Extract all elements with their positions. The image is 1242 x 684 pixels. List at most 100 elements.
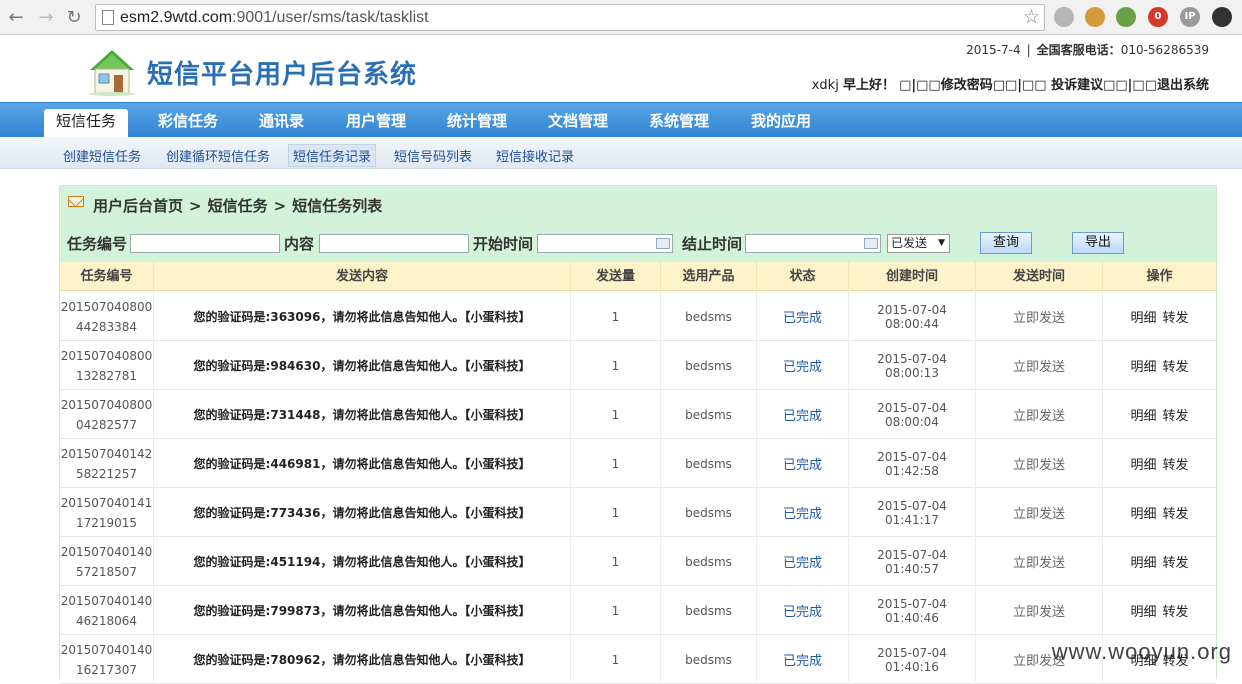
forward-arrow-icon[interactable]: →	[35, 7, 57, 29]
mainnav-item-2[interactable]: 通讯录	[247, 109, 316, 138]
detail-link[interactable]: 明细	[1130, 601, 1156, 620]
column-header-6: 发送时间	[975, 262, 1102, 291]
task-id-part2: 44283384	[76, 317, 137, 337]
ops-cell: 明细转发	[1102, 537, 1216, 586]
bookmark-star-icon[interactable]: ☆	[1023, 6, 1040, 28]
count-cell: 1	[570, 390, 660, 439]
forward-link[interactable]: 转发	[1163, 454, 1189, 473]
send-time-cell: 立即发送	[975, 292, 1102, 341]
detail-link[interactable]: 明细	[1130, 454, 1156, 473]
mainnav-item-6[interactable]: 系统管理	[637, 109, 721, 138]
user-links[interactable]: □|□□修改密码□□|□□ 投诉建议□□|□□退出系统	[899, 78, 1209, 93]
subnav-item-2[interactable]: 短信任务记录	[288, 144, 376, 167]
product-cell: bedsms	[660, 488, 756, 537]
ext3-icon[interactable]	[1116, 7, 1136, 27]
mainnav-item-7[interactable]: 我的应用	[739, 109, 823, 138]
subnav-item-3[interactable]: 短信号码列表	[390, 145, 476, 166]
task-id-part1: 201507040140	[61, 591, 153, 611]
content-panel: 用户后台首页>短信任务>短信任务列表 任务编号 内容 开始时间 结止时间 已发送…	[59, 185, 1217, 679]
hotline-number: 010-56286539	[1121, 43, 1209, 57]
page-icon	[102, 10, 114, 25]
house-logo-icon	[86, 46, 138, 96]
task-id-part1: 201507040141	[61, 493, 153, 513]
url-text[interactable]: esm2.9wtd.com:9001/user/sms/task/tasklis…	[120, 9, 429, 27]
start-time-label: 开始时间	[473, 233, 533, 254]
created-time-cell: 2015-07-04 01:41:17	[848, 488, 975, 537]
detail-link[interactable]: 明细	[1130, 552, 1156, 571]
cookie-ext-icon[interactable]	[1085, 7, 1105, 27]
task-id-cell: 20150704014016217307	[60, 635, 153, 684]
sub-nav: 创建短信任务创建循环短信任务短信任务记录短信号码列表短信接收记录	[0, 137, 1242, 169]
mainnav-item-3[interactable]: 用户管理	[334, 109, 418, 138]
export-button[interactable]: 导出	[1072, 232, 1124, 254]
mainnav-item-5[interactable]: 文档管理	[536, 109, 620, 138]
status-cell: 已完成	[756, 635, 848, 684]
product-cell: bedsms	[660, 635, 756, 684]
forward-link[interactable]: 转发	[1163, 503, 1189, 522]
url-path: :9001/user/sms/task/tasklist	[232, 9, 429, 26]
count-cell: 1	[570, 635, 660, 684]
calendar-icon[interactable]	[864, 238, 878, 249]
user-bar: xdkj 早上好！ □|□□修改密码□□|□□ 投诉建议□□|□□退出系统	[808, 74, 1209, 93]
detail-link[interactable]: 明细	[1130, 356, 1156, 375]
forward-link[interactable]: 转发	[1163, 307, 1189, 326]
forward-link[interactable]: 转发	[1163, 601, 1189, 620]
breadcrumb-home[interactable]: 用户后台首页	[93, 197, 183, 215]
breadcrumb-section[interactable]: 短信任务	[208, 197, 268, 215]
ext4-icon[interactable]: 0	[1148, 7, 1168, 27]
status-select[interactable]: 已发送▼	[887, 234, 950, 253]
task-id-part1: 201507040800	[61, 395, 153, 415]
mainnav-item-4[interactable]: 统计管理	[435, 109, 519, 138]
task-id-cell: 20150704014057218507	[60, 537, 153, 586]
status-cell: 已完成	[756, 488, 848, 537]
send-time-cell: 立即发送	[975, 537, 1102, 586]
ip-ext-icon[interactable]: IP	[1180, 7, 1200, 27]
created-time-cell: 2015-07-04 01:40:46	[848, 586, 975, 635]
content-input[interactable]	[319, 234, 469, 253]
forward-link[interactable]: 转发	[1163, 405, 1189, 424]
task-id-part2: 58221257	[76, 464, 137, 484]
detail-link[interactable]: 明细	[1130, 405, 1156, 424]
created-time-cell: 2015-07-04 01:42:58	[848, 439, 975, 488]
filter-area: 用户后台首页>短信任务>短信任务列表 任务编号 内容 开始时间 结止时间 已发送…	[60, 186, 1216, 262]
url-host: esm2.9wtd.com	[120, 9, 232, 26]
forward-link[interactable]: 转发	[1163, 356, 1189, 375]
task-id-part2: 13282781	[76, 366, 137, 386]
table-row: 20150704014117219015您的验证码是:773436，请勿将此信息…	[60, 488, 1216, 537]
mainnav-item-0[interactable]: 短信任务	[44, 109, 128, 138]
address-bar[interactable]: esm2.9wtd.com:9001/user/sms/task/tasklis…	[95, 4, 1045, 31]
column-header-2: 发送量	[570, 262, 660, 291]
query-button[interactable]: 查询	[980, 232, 1032, 254]
ops-cell: 明细转发	[1102, 292, 1216, 341]
table-row: 20150704080013282781您的验证码是:984630，请勿将此信息…	[60, 341, 1216, 390]
subnav-item-0[interactable]: 创建短信任务	[59, 145, 145, 166]
task-id-cell: 20150704014117219015	[60, 488, 153, 537]
reload-icon[interactable]: ↻	[63, 7, 85, 29]
forward-link[interactable]: 转发	[1163, 552, 1189, 571]
end-time-input[interactable]	[745, 234, 881, 253]
task-id-input[interactable]	[130, 234, 280, 253]
end-time-label: 结止时间	[682, 233, 742, 254]
detail-link[interactable]: 明细	[1130, 503, 1156, 522]
spider-ext-icon[interactable]	[1212, 7, 1232, 27]
browser-toolbar: ← → ↻ esm2.9wtd.com:9001/user/sms/task/t…	[0, 0, 1242, 35]
calendar-icon[interactable]	[656, 238, 670, 249]
breadcrumb-page: 短信任务列表	[292, 197, 382, 215]
created-time-cell: 2015-07-04 01:40:57	[848, 537, 975, 586]
circle-ext-icon[interactable]	[1054, 7, 1074, 27]
send-time-cell: 立即发送	[975, 341, 1102, 390]
table-header: 任务编号发送内容发送量选用产品状态创建时间发送时间操作	[60, 262, 1216, 291]
count-cell: 1	[570, 439, 660, 488]
ops-cell: 明细转发	[1102, 341, 1216, 390]
start-time-input[interactable]	[537, 234, 673, 253]
table-row: 20150704014046218064您的验证码是:799873，请勿将此信息…	[60, 586, 1216, 635]
send-time-cell: 立即发送	[975, 488, 1102, 537]
subnav-item-4[interactable]: 短信接收记录	[492, 145, 578, 166]
created-time-cell: 2015-07-04 01:40:16	[848, 635, 975, 684]
detail-link[interactable]: 明细	[1130, 307, 1156, 326]
product-cell: bedsms	[660, 341, 756, 390]
mainnav-item-1[interactable]: 彩信任务	[146, 109, 230, 138]
count-cell: 1	[570, 292, 660, 341]
subnav-item-1[interactable]: 创建循环短信任务	[162, 145, 274, 166]
back-arrow-icon[interactable]: ←	[5, 7, 27, 29]
